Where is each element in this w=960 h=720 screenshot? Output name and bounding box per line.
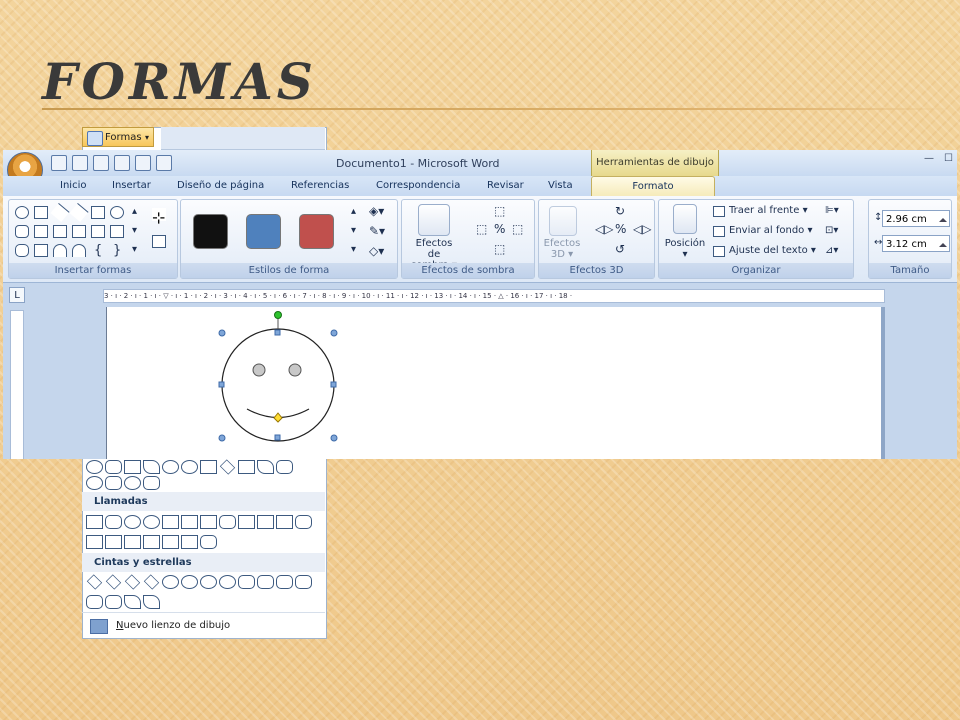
- shapes-panel-header: [161, 127, 325, 150]
- callout-shape-option[interactable]: [143, 515, 160, 529]
- callout-shape-option[interactable]: [86, 535, 103, 549]
- ribbon-shape-option[interactable]: [124, 595, 141, 609]
- shapes-row-stars-2: [86, 593, 160, 611]
- word-window: Documento1 - Microsoft Word Herramientas…: [3, 150, 957, 459]
- ribbon-shape-option[interactable]: [143, 595, 160, 609]
- ribbon-shape-option[interactable]: [86, 595, 103, 609]
- drawing-layer: [218, 311, 338, 442]
- star-shape-option[interactable]: [105, 574, 122, 590]
- shape-option[interactable]: [143, 460, 160, 474]
- star-shape-option[interactable]: [162, 575, 179, 589]
- callout-shape-option[interactable]: [257, 515, 274, 529]
- callout-shape-option[interactable]: [238, 515, 255, 529]
- shape-option[interactable]: [238, 460, 255, 474]
- star-shape-option[interactable]: [124, 574, 141, 590]
- category-ribbons-stars: Cintas y estrellas: [82, 553, 325, 572]
- formas-button-label: Formas: [105, 132, 142, 143]
- shapes-row-callouts-1: [86, 513, 312, 531]
- callout-shape-option[interactable]: [181, 535, 198, 549]
- callout-shape-option[interactable]: [124, 535, 141, 549]
- shape-option[interactable]: [86, 476, 103, 490]
- smiley-left-eye: [252, 363, 266, 377]
- star-shape-option[interactable]: [200, 575, 217, 589]
- chevron-down-icon: ▾: [144, 133, 149, 142]
- shape-option[interactable]: [257, 460, 274, 474]
- handle-sw: [218, 434, 226, 442]
- new-canvas-label: uevo lienzo de dibujo: [123, 620, 231, 631]
- callout-shape-option[interactable]: [105, 535, 122, 549]
- shape-option[interactable]: [200, 460, 217, 474]
- slide-title: FORMAS: [42, 52, 317, 111]
- star-shape-option[interactable]: [181, 575, 198, 589]
- callout-shape-option[interactable]: [86, 515, 103, 529]
- shape-option[interactable]: [181, 460, 198, 474]
- shape-option[interactable]: [86, 460, 103, 474]
- callout-shape-option[interactable]: [295, 515, 312, 529]
- smiley-right-eye: [288, 363, 302, 377]
- callout-shape-option[interactable]: [219, 515, 236, 529]
- handle-n: [274, 329, 281, 336]
- callout-shape-option[interactable]: [143, 535, 160, 549]
- rotation-handle: [274, 311, 282, 319]
- handle-se: [330, 434, 338, 442]
- new-drawing-canvas-item[interactable]: Nuevo lienzo de dibujo: [82, 612, 325, 637]
- shape-option[interactable]: [124, 476, 141, 490]
- canvas-icon: [90, 619, 108, 634]
- callout-shape-option[interactable]: [124, 515, 141, 529]
- ribbon-shape-option[interactable]: [238, 575, 255, 589]
- shape-option[interactable]: [276, 460, 293, 474]
- star-shape-option[interactable]: [143, 574, 160, 590]
- shapes-icon: [87, 131, 103, 146]
- ribbon-shape-option[interactable]: [105, 595, 122, 609]
- ribbon-shape-option[interactable]: [276, 575, 293, 589]
- smiley-face-outline: [221, 328, 335, 442]
- smiley-shape[interactable]: [221, 328, 335, 442]
- shape-option[interactable]: [162, 460, 179, 474]
- star-shape-option[interactable]: [86, 574, 103, 590]
- shapes-row-stars-1: [86, 573, 312, 591]
- title-rule: [42, 108, 957, 110]
- shape-option[interactable]: [143, 476, 160, 490]
- ribbon-shape-option[interactable]: [295, 575, 312, 589]
- shape-option[interactable]: [124, 460, 141, 474]
- shape-option[interactable]: [105, 476, 122, 490]
- callout-shape-option[interactable]: [276, 515, 293, 529]
- callout-shape-option[interactable]: [200, 515, 217, 529]
- callout-shape-option[interactable]: [181, 515, 198, 529]
- star-shape-option[interactable]: [219, 575, 236, 589]
- shape-option[interactable]: [105, 460, 122, 474]
- handle-w: [218, 381, 225, 388]
- shape-option[interactable]: [219, 459, 236, 475]
- ribbon-shape-option[interactable]: [257, 575, 274, 589]
- callout-shape-option[interactable]: [105, 515, 122, 529]
- handle-nw: [218, 329, 226, 337]
- category-callouts: Llamadas: [82, 492, 325, 511]
- handle-ne: [330, 329, 338, 337]
- handle-s: [274, 434, 281, 441]
- callout-shape-option[interactable]: [162, 535, 179, 549]
- formas-button[interactable]: Formas ▾: [82, 127, 154, 147]
- callout-shape-option[interactable]: [162, 515, 179, 529]
- shapes-row-basic-last: [86, 474, 160, 492]
- callout-shape-option[interactable]: [200, 535, 217, 549]
- handle-e: [330, 381, 337, 388]
- shapes-row-callouts-2: [86, 533, 217, 551]
